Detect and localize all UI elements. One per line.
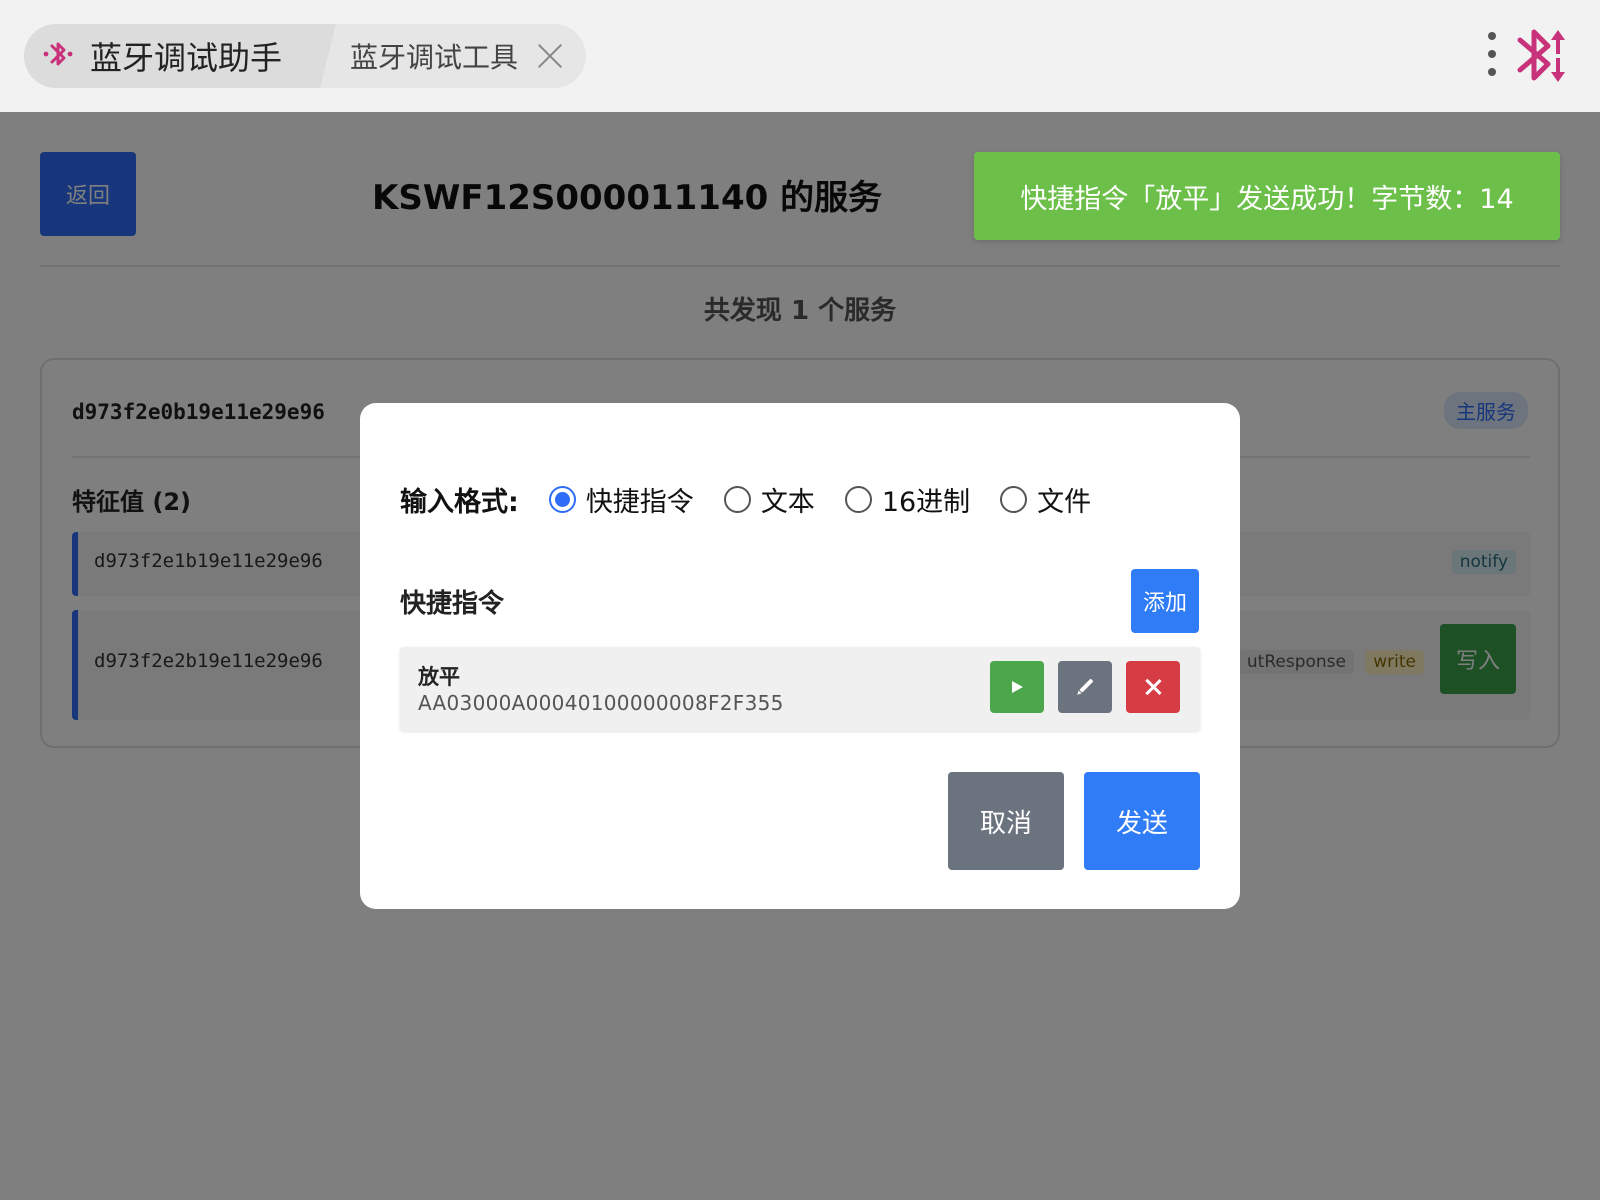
play-icon xyxy=(1011,681,1023,693)
run-command-button[interactable] xyxy=(990,661,1044,713)
radio-unselected-icon[interactable] xyxy=(723,485,751,513)
tab-bluetooth-tool[interactable]: 蓝牙调试工具 xyxy=(316,24,587,88)
radio-label: 文件 xyxy=(1037,486,1092,518)
cancel-button[interactable]: 取消 xyxy=(948,772,1064,870)
format-radio-quick[interactable]: 快捷指令 xyxy=(548,480,694,519)
format-radio-text[interactable]: 文本 xyxy=(723,480,815,519)
edit-command-button[interactable] xyxy=(1058,661,1112,713)
radio-label: 快捷指令 xyxy=(585,486,694,518)
format-radio-hex[interactable]: 16进制 xyxy=(844,480,971,519)
pencil-icon xyxy=(1074,676,1097,699)
send-dialog: 输入格式: 快捷指令 文本 16进制 文件 快捷指令 添加 放平 AA03000… xyxy=(360,403,1240,909)
tab-label: 蓝牙调试助手 xyxy=(90,39,283,77)
input-format-group: 输入格式: 快捷指令 文本 16进制 文件 xyxy=(400,479,1121,519)
radio-label: 文本 xyxy=(760,486,815,518)
success-toast: 快捷指令「放平」发送成功！字节数：14 xyxy=(974,152,1560,240)
more-vertical-icon[interactable] xyxy=(1486,32,1498,76)
input-format-label: 输入格式: xyxy=(400,486,519,518)
radio-label: 16进制 xyxy=(881,486,971,518)
tab-label: 蓝牙调试工具 xyxy=(350,41,519,74)
command-name: 放平 xyxy=(418,665,460,689)
radio-selected-icon[interactable] xyxy=(548,485,576,513)
radio-unselected-icon[interactable] xyxy=(1000,485,1028,513)
close-icon[interactable] xyxy=(536,42,564,70)
tab-bluetooth-assistant[interactable]: 蓝牙调试助手 xyxy=(24,24,317,88)
app-tab-bar: 蓝牙调试助手 蓝牙调试工具 xyxy=(0,0,1600,112)
close-icon xyxy=(1144,678,1162,696)
bluetooth-transfer-icon xyxy=(1512,24,1576,92)
add-command-button[interactable]: 添加 xyxy=(1131,569,1199,633)
quick-command-item[interactable]: 放平 AA03000A00040100000008F2F355 xyxy=(400,647,1200,731)
send-button[interactable]: 发送 xyxy=(1084,772,1200,870)
radio-unselected-icon[interactable] xyxy=(844,485,872,513)
quick-commands-title: 快捷指令 xyxy=(400,589,505,619)
tab-strip: 蓝牙调试助手 蓝牙调试工具 xyxy=(24,24,587,88)
format-radio-file[interactable]: 文件 xyxy=(1000,480,1091,519)
bluetooth-icon xyxy=(42,37,76,75)
delete-command-button[interactable] xyxy=(1126,661,1180,713)
command-hex: AA03000A00040100000008F2F355 xyxy=(418,691,784,715)
